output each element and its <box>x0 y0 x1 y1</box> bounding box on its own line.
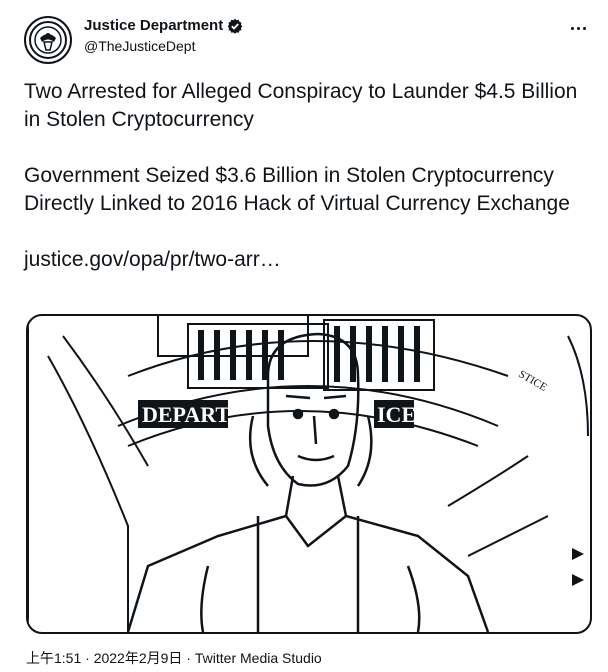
banner-left-text: DEPART <box>142 402 230 427</box>
svg-text:STICE: STICE <box>517 368 550 394</box>
author-info: Justice Department @TheJusticeDept <box>84 16 243 56</box>
banner-right-text: ICE <box>377 402 416 427</box>
tweet-date: 2022年2月9日 <box>93 650 183 666</box>
author-display-name[interactable]: Justice Department <box>84 16 243 36</box>
meta-separator: · <box>182 650 195 666</box>
display-name-text: Justice Department <box>84 17 224 34</box>
tweet-text: Two Arrested for Alleged Conspiracy to L… <box>24 78 594 274</box>
meta-separator: · <box>81 650 94 666</box>
verified-badge-icon <box>227 18 243 34</box>
media-frame: DEPART ICE STICE <box>28 316 589 632</box>
author-handle[interactable]: @TheJusticeDept <box>84 36 243 56</box>
tweet-source[interactable]: Twitter Media Studio <box>195 650 322 666</box>
more-options-icon[interactable] <box>566 18 590 38</box>
tweet-text-line-1: Two Arrested for Alleged Conspiracy to L… <box>24 80 578 131</box>
tweet-media-video[interactable]: DEPART ICE STICE <box>26 314 592 634</box>
tweet-meta: 上午1:51 · 2022年2月9日 · Twitter Media Studi… <box>26 649 322 667</box>
tweet-time: 上午1:51 <box>26 650 82 666</box>
tweet-card: Justice Department @TheJusticeDept Two A… <box>0 0 608 672</box>
tweet-text-line-2: Government Seized $3.6 Billion in Stolen… <box>24 164 570 215</box>
avatar[interactable] <box>24 16 72 64</box>
tweet-link[interactable]: justice.gov/opa/pr/two-arr… <box>24 248 281 271</box>
tweet-timestamp[interactable]: 上午1:51 · 2022年2月9日 <box>26 650 182 666</box>
tweet-header: Justice Department @TheJusticeDept <box>24 14 594 64</box>
doj-seal-icon <box>29 21 67 59</box>
